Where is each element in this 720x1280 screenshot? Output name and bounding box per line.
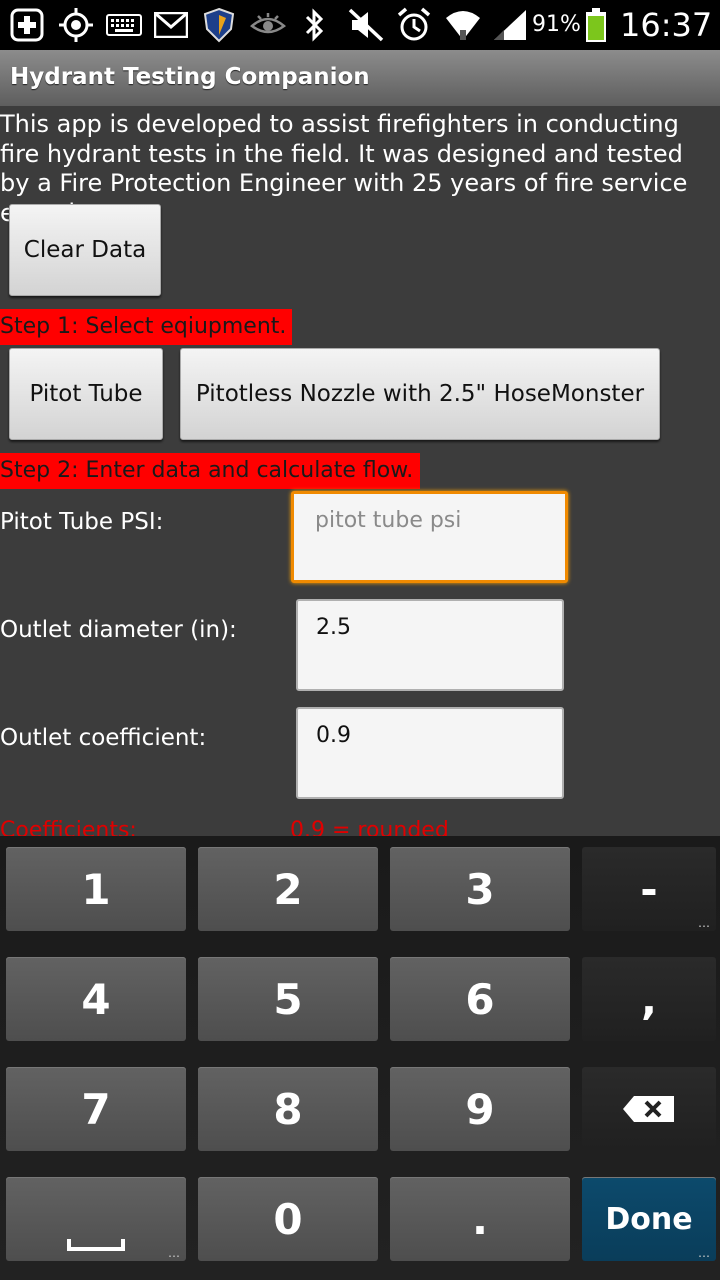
- mute-icon: [348, 8, 384, 42]
- key-1[interactable]: 1: [6, 847, 186, 931]
- gmail-icon: [154, 8, 188, 42]
- more-dots-icon: …: [168, 1246, 180, 1260]
- app-title: Hydrant Testing Companion: [10, 64, 370, 90]
- pitot-psi-input[interactable]: pitot tube psi: [291, 491, 568, 583]
- key-comma[interactable]: ,: [582, 957, 716, 1041]
- signal-icon: [492, 8, 528, 42]
- backspace-icon: [623, 1096, 674, 1122]
- clock: 16:37: [620, 6, 713, 44]
- key-5[interactable]: 5: [198, 957, 378, 1041]
- key-8[interactable]: 8: [198, 1067, 378, 1151]
- coefficients-row: Coefficients: 0.9 = rounded: [0, 814, 720, 836]
- key-2[interactable]: 2: [198, 847, 378, 931]
- more-dots-icon: …: [698, 916, 710, 930]
- alarm-icon: [396, 7, 432, 42]
- pitot-psi-label: Pitot Tube PSI:: [0, 509, 164, 535]
- step2-label: Step 2: Enter data and calculate flow.: [0, 453, 420, 489]
- pitot-psi-placeholder: pitot tube psi: [315, 508, 462, 533]
- space-bar-icon: [67, 1239, 125, 1251]
- shield-icon: [202, 7, 236, 43]
- gps-icon: [58, 8, 94, 42]
- battery-percent: 91%: [532, 12, 581, 37]
- key-9[interactable]: 9: [390, 1067, 570, 1151]
- key-3[interactable]: 3: [390, 847, 570, 931]
- space-key[interactable]: …: [6, 1177, 186, 1261]
- outlet-coefficient-label: Outlet coefficient:: [0, 725, 207, 751]
- plus-icon: [10, 8, 44, 42]
- step1-label: Step 1: Select eqiupment.: [0, 309, 292, 345]
- pitotless-nozzle-button[interactable]: Pitotless Nozzle with 2.5" HoseMonster: [180, 348, 660, 440]
- coefficients-note: 0.9 = rounded: [290, 818, 449, 836]
- bluetooth-icon: [302, 8, 326, 42]
- coefficients-label: Coefficients:: [0, 818, 137, 836]
- key-minus[interactable]: - …: [582, 847, 716, 931]
- key-minus-label: -: [640, 864, 658, 914]
- outlet-coefficient-value: 0.9: [316, 723, 351, 748]
- key-7[interactable]: 7: [6, 1067, 186, 1151]
- done-label: Done: [605, 1201, 693, 1237]
- key-6[interactable]: 6: [390, 957, 570, 1041]
- done-key[interactable]: Done …: [582, 1177, 716, 1261]
- pitot-tube-button[interactable]: Pitot Tube: [9, 348, 163, 440]
- key-4[interactable]: 4: [6, 957, 186, 1041]
- key-period[interactable]: .: [390, 1177, 570, 1261]
- clear-data-button[interactable]: Clear Data: [9, 204, 161, 296]
- numeric-keyboard: 1 2 3 - … 4 5 6 , 7 8 9 … 0 . Done …: [0, 836, 720, 1280]
- keyboard-icon: [106, 8, 142, 42]
- battery-icon: [584, 8, 608, 42]
- eye-icon: [250, 8, 286, 42]
- outlet-diameter-value: 2.5: [316, 615, 351, 640]
- app-title-bar: Hydrant Testing Companion: [0, 50, 720, 106]
- backspace-key[interactable]: [582, 1067, 716, 1151]
- wifi-icon: [444, 8, 482, 42]
- more-dots-icon: …: [698, 1246, 710, 1260]
- key-0[interactable]: 0: [198, 1177, 378, 1261]
- status-bar: 91% 16:37: [0, 0, 720, 50]
- outlet-diameter-input[interactable]: 2.5: [296, 599, 564, 691]
- outlet-diameter-label: Outlet diameter (in):: [0, 617, 237, 643]
- outlet-coefficient-input[interactable]: 0.9: [296, 707, 564, 799]
